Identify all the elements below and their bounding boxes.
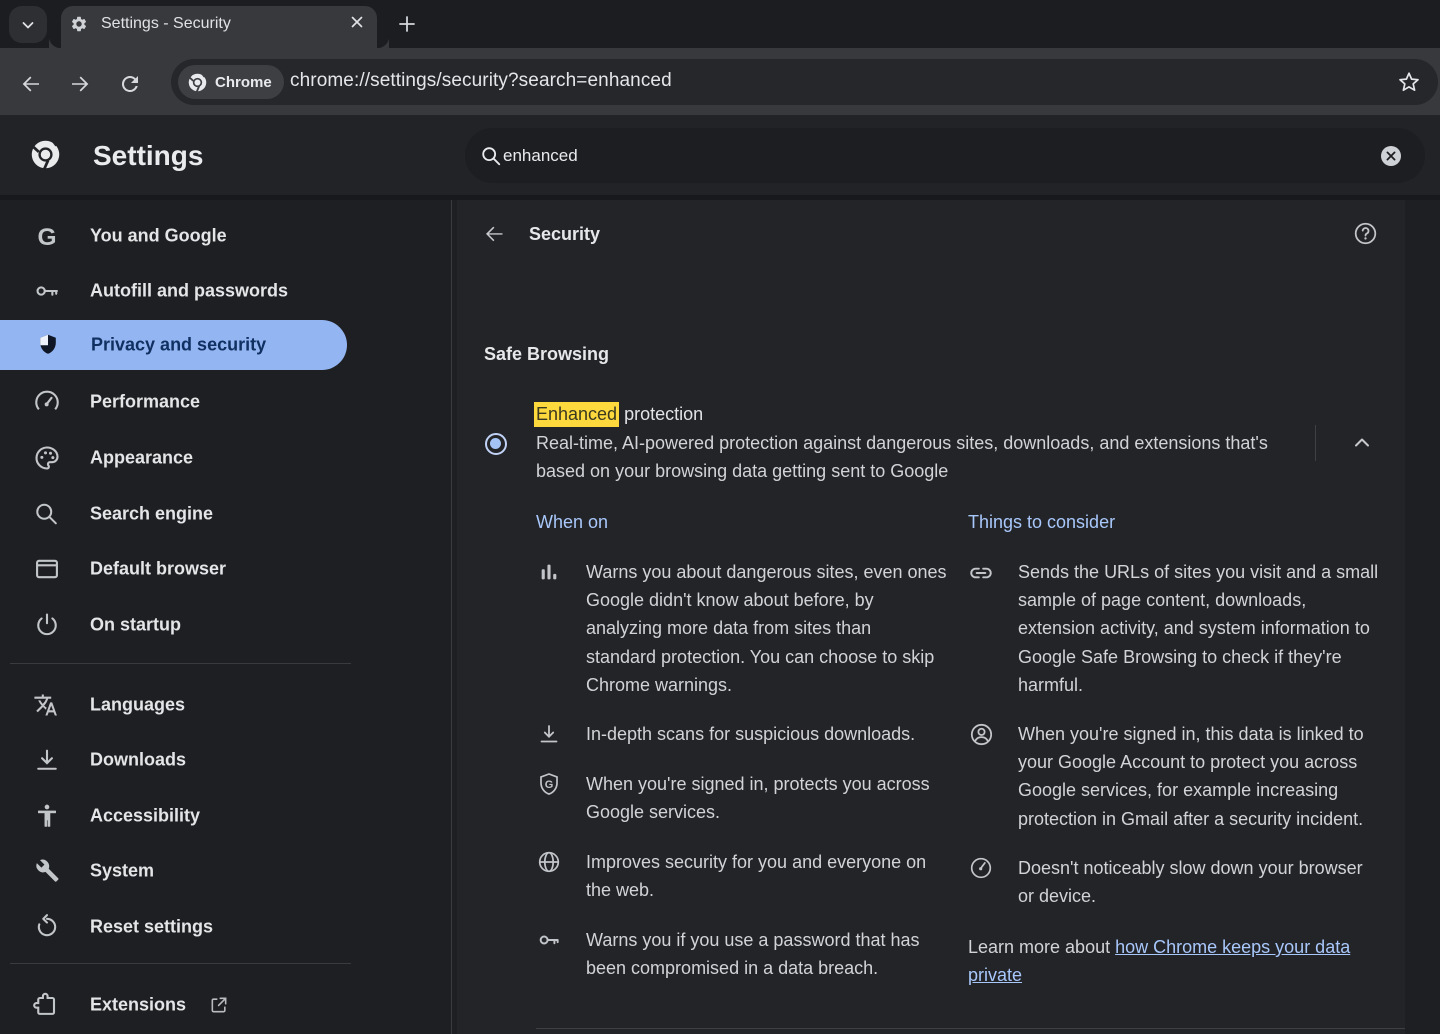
svg-text:G: G [545,779,554,791]
svg-text:G: G [37,224,56,250]
